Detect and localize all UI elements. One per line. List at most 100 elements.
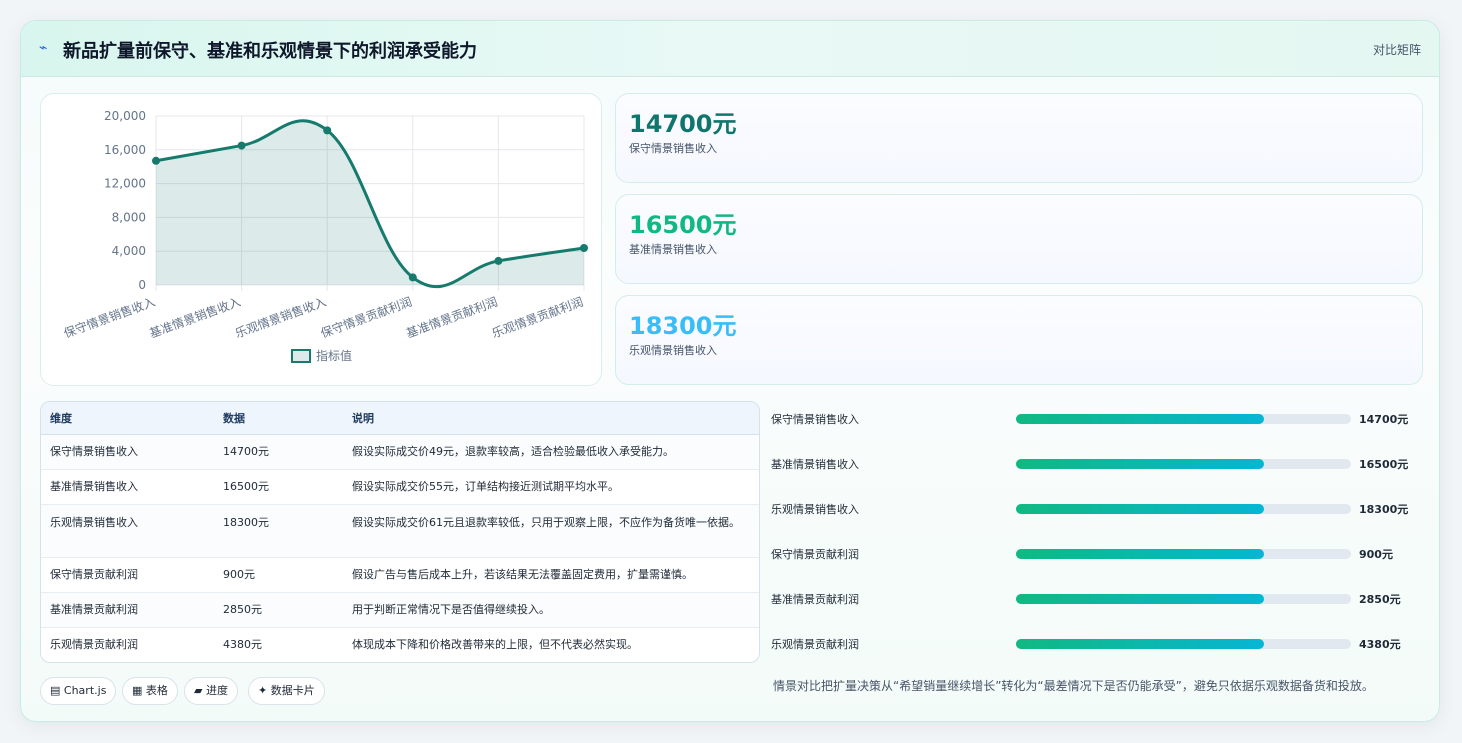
- card-icon: ✦: [258, 684, 268, 697]
- y-tick-label: 4,000: [112, 244, 146, 258]
- progress-row: 乐观情景销售收入 18300元: [771, 499, 1431, 519]
- cell-value: 4380元: [223, 637, 262, 651]
- progress-list: 保守情景销售收入 14700元 基准情景销售收入 16500元 乐观情景销售收入…: [771, 401, 1431, 663]
- data-point: [323, 126, 332, 135]
- column-header: 维度: [41, 402, 214, 435]
- cell-note: 假设实际成交价61元且退款率较低，只用于观察上限，不应作为备货唯一依据。: [343, 504, 759, 558]
- table-row: 基准情景销售收入 16500元 假设实际成交价55元，订单结构接近测试期平均水平…: [41, 469, 759, 505]
- cell-dimension: 乐观情景贡献利润: [50, 637, 138, 651]
- cell-note: 用于判断正常情况下是否值得继续投入。: [343, 592, 759, 628]
- y-tick-label: 8,000: [112, 210, 146, 224]
- pill-label: 表格: [145, 684, 168, 697]
- progress-label: 保守情景贡献利润: [771, 548, 859, 561]
- cell-dimension: 保守情景贡献利润: [41, 557, 214, 593]
- data-point: [580, 243, 588, 252]
- cell-dimension: 乐观情景销售收入: [41, 504, 214, 558]
- progress-value: 2850元: [1359, 593, 1401, 606]
- progress-label: 基准情景销售收入: [771, 458, 859, 471]
- metric-value: 18300元: [629, 312, 737, 340]
- y-tick-label: 12,000: [104, 177, 146, 191]
- column-header: 说明: [343, 402, 759, 435]
- cell-note: 假设实际成交价55元，订单结构接近测试期平均水平。: [343, 469, 759, 505]
- y-tick-label: 0: [138, 278, 146, 292]
- table-row: 保守情景销售收入 14700元 假设实际成交价49元，退款率较高，适合检验最低收…: [41, 434, 759, 470]
- progress-fill: [1016, 639, 1264, 649]
- column-header: 数据: [214, 402, 343, 435]
- progress-label: 乐观情景销售收入: [771, 503, 859, 516]
- pill-progress[interactable]: ▰ 进度: [184, 677, 238, 705]
- x-tick-label: 保守情景销售收入: [62, 294, 157, 341]
- pill-chartjs[interactable]: ▤ Chart.js: [40, 677, 117, 705]
- y-tick-label: 16,000: [104, 143, 146, 157]
- footer-note: 情景对比把扩量决策从“希望销量继续增长”转化为“最差情况下是否仍能承受”，避免只…: [773, 679, 1374, 693]
- cell-note: 假设实际成交价49元，退款率较高，适合检验最低收入承受能力。: [343, 434, 759, 470]
- data-table: 维度 数据 说明 保守情景销售收入 14700元 假设实际成交价49元，退款率较…: [41, 402, 759, 662]
- progress-label: 基准情景贡献利润: [771, 593, 859, 606]
- pill-label: 数据卡片: [270, 684, 315, 697]
- card-header: ⌁ 新品扩量前保守、基准和乐观情景下的利润承受能力 对比矩阵: [21, 21, 1439, 77]
- pill-data-card[interactable]: ✦ 数据卡片: [248, 677, 325, 705]
- progress-row: 保守情景贡献利润 900元: [771, 544, 1431, 564]
- cell-value: 18300元: [214, 504, 343, 558]
- metric-label: 基准情景销售收入: [629, 243, 717, 256]
- progress-row: 基准情景销售收入 16500元: [771, 454, 1431, 474]
- progress-label: 保守情景销售收入: [771, 413, 859, 426]
- chart-icon: ▤: [50, 684, 61, 697]
- bolt-icon: ⌁: [39, 40, 48, 56]
- pill-label: 进度: [205, 684, 228, 697]
- main-card: ⌁ 新品扩量前保守、基准和乐观情景下的利润承受能力 对比矩阵 0 4,000 8,0…: [20, 20, 1440, 722]
- progress-icon: ▰: [194, 684, 203, 697]
- data-point: [237, 141, 246, 150]
- metric-card-optimistic: 18300元 乐观情景销售收入: [615, 295, 1423, 385]
- cell-dimension: 基准情景贡献利润: [41, 592, 214, 628]
- x-tick-label: 基准情景销售收入: [147, 294, 242, 341]
- progress-track: [1016, 504, 1351, 514]
- table-row: 乐观情景贡献利润 4380元 体现成本下降和价格改善带来的上限，但不代表必然实现…: [41, 627, 759, 662]
- table-row: 基准情景贡献利润 2850元 用于判断正常情况下是否值得继续投入。: [41, 592, 759, 628]
- progress-fill: [1016, 549, 1264, 559]
- table-row: 乐观情景销售收入 18300元 假设实际成交价61元且退款率较低，只用于观察上限…: [41, 504, 759, 558]
- progress-row: 保守情景销售收入 14700元: [771, 409, 1431, 429]
- data-point: [408, 273, 417, 282]
- progress-track: [1016, 459, 1351, 469]
- progress-track: [1016, 594, 1351, 604]
- data-point: [494, 256, 503, 265]
- progress-row: 基准情景贡献利润 2850元: [771, 589, 1431, 609]
- cell-value: 14700元: [214, 434, 343, 470]
- cell-dimension: 保守情景销售收入: [41, 434, 214, 470]
- cell-value: 900元: [214, 557, 343, 593]
- cell-value: 16500元: [214, 469, 343, 505]
- table-header-row: 维度 数据 说明: [41, 402, 759, 435]
- chart-panel: 0 4,000 8,000 12,000 16,000 20,000 保守情景销售收入 基准情…: [40, 93, 602, 386]
- data-point: [152, 156, 160, 165]
- x-tick-label: 乐观情景销售收入: [233, 294, 328, 341]
- metric-card-conservative: 14700元 保守情景销售收入: [615, 93, 1423, 183]
- progress-fill: [1016, 504, 1264, 514]
- progress-row: 乐观情景贡献利润 4380元: [771, 634, 1431, 654]
- pill-table[interactable]: ▦ 表格: [122, 677, 178, 705]
- progress-value: 4380元: [1359, 638, 1401, 651]
- cell-dimension: 基准情景销售收入: [41, 469, 214, 505]
- progress-track: [1016, 639, 1351, 649]
- progress-label: 乐观情景贡献利润: [771, 638, 859, 651]
- header-tag: 对比矩阵: [1372, 43, 1421, 57]
- cell-value: 2850元: [214, 592, 343, 628]
- cell-note: 体现成本下降和价格改善带来的上限，但不代表必然实现。: [352, 637, 638, 651]
- page-title: 新品扩量前保守、基准和乐观情景下的利润承受能力: [63, 41, 477, 62]
- progress-track: [1016, 414, 1351, 424]
- progress-fill: [1016, 414, 1264, 424]
- progress-value: 14700元: [1359, 413, 1409, 426]
- metric-value: 16500元: [629, 211, 737, 239]
- progress-value: 900元: [1359, 548, 1393, 561]
- progress-track: [1016, 549, 1351, 559]
- metric-label: 乐观情景销售收入: [629, 344, 717, 357]
- progress-fill: [1016, 459, 1264, 469]
- x-tick-label: 保守情景贡献利润: [318, 294, 413, 341]
- area-chart: 0 4,000 8,000 12,000 16,000 20,000 保守情景销售收入基准情…: [62, 109, 588, 363]
- progress-value: 18300元: [1359, 503, 1409, 516]
- progress-fill: [1016, 594, 1264, 604]
- metric-value: 14700元: [629, 110, 737, 138]
- y-tick-label: 20,000: [104, 109, 146, 123]
- pill-label: Chart.js: [63, 684, 107, 697]
- metric-card-baseline: 16500元 基准情景销售收入: [615, 194, 1423, 284]
